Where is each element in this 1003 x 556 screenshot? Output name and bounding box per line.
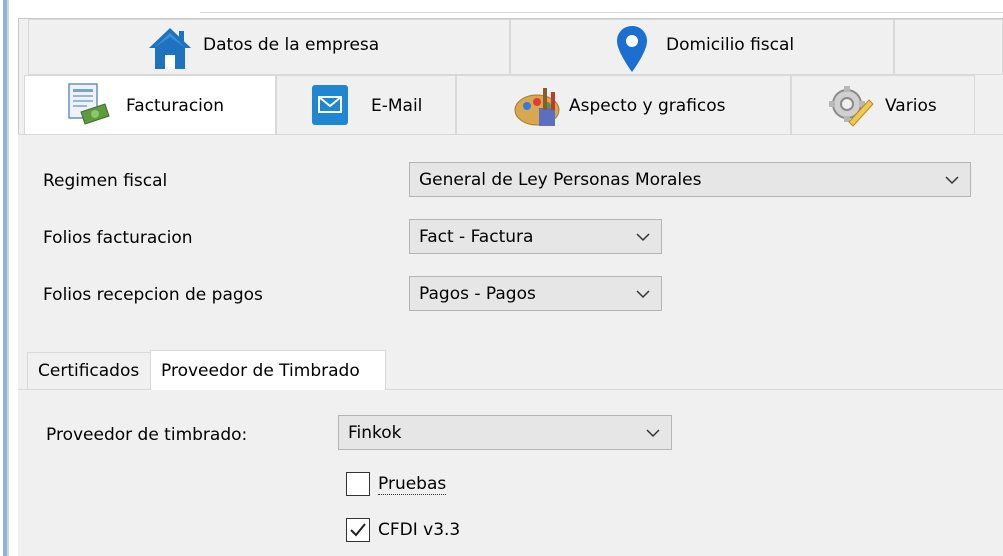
tab-extra[interactable] [894,19,1003,75]
cfdi-checkbox[interactable] [346,518,370,542]
tab-aspecto-graficos[interactable]: Aspecto y graficos [456,75,791,135]
left-edge-stripe-light [7,0,9,556]
gear-icon [827,84,875,128]
proveedor-timbrado-dropdown[interactable]: Finkok [338,415,672,450]
tab-proveedor-timbrado-label: Proveedor de Timbrado [161,360,360,381]
tab-facturacion-label: Facturacion [126,96,225,116]
tab-datos-empresa[interactable]: Datos de la empresa [28,19,510,75]
tab-domicilio-fiscal[interactable]: Domicilio fiscal [510,19,894,75]
folios-facturacion-value: Fact - Factura [419,226,534,247]
folios-pagos-label: Folios recepcion de pagos [43,285,263,305]
top-divider [200,12,1003,13]
chevron-down-icon [636,233,650,242]
location-pin-icon [615,24,649,74]
cfdi-label[interactable]: CFDI v3.3 [378,520,460,540]
paint-palette-icon [513,84,563,128]
regimen-fiscal-dropdown[interactable]: General de Ley Personas Morales [409,162,971,197]
tab-varios-label: Varios [885,96,937,116]
folios-facturacion-label: Folios facturacion [43,228,193,248]
tab-certificados[interactable]: Certificados [27,352,151,390]
tab-facturacion[interactable]: Facturacion [24,75,276,136]
folios-pagos-dropdown[interactable]: Pagos - Pagos [409,276,662,311]
tab-email[interactable]: E-Mail [276,75,456,135]
chevron-down-icon [945,176,959,185]
tab-certificados-label: Certificados [38,361,140,381]
regimen-fiscal-value: General de Ley Personas Morales [419,169,702,190]
pruebas-label[interactable]: Pruebas [378,474,447,495]
tab-aspecto-graficos-label: Aspecto y graficos [569,96,726,116]
folios-facturacion-dropdown[interactable]: Fact - Factura [409,219,662,254]
mail-icon [312,85,348,125]
tab-datos-empresa-label: Datos de la empresa [203,35,380,55]
tab-proveedor-timbrado[interactable]: Proveedor de Timbrado [150,350,386,390]
proveedor-timbrado-label: Proveedor de timbrado: [46,425,248,445]
regimen-fiscal-label: Regimen fiscal [43,171,168,191]
chevron-down-icon [646,429,660,438]
home-icon [147,25,193,71]
checkmark-icon [350,523,366,537]
tab-domicilio-fiscal-label: Domicilio fiscal [666,35,795,55]
pruebas-checkbox[interactable] [346,472,370,496]
tab-email-label: E-Mail [371,96,423,116]
proveedor-timbrado-value: Finkok [348,422,402,443]
tab-varios[interactable]: Varios [791,75,975,135]
folios-pagos-value: Pagos - Pagos [419,283,536,304]
invoice-icon [67,82,111,128]
left-window-edge [0,0,18,556]
chevron-down-icon [636,290,650,299]
